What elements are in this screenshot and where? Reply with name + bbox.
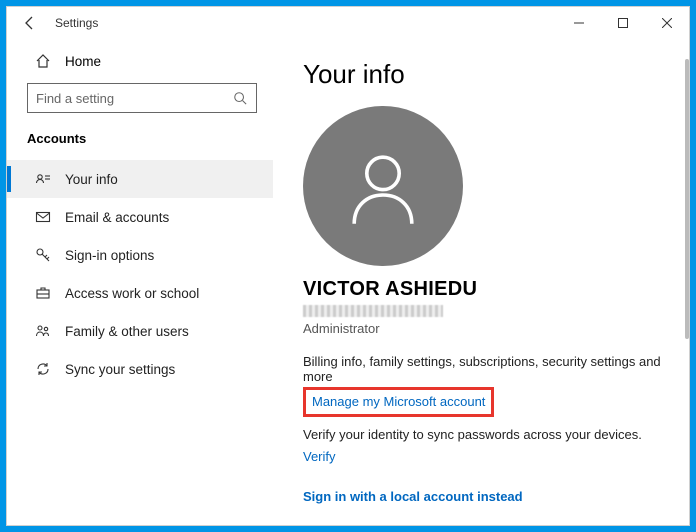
nav-label: Sign-in options xyxy=(65,248,154,263)
email-redacted xyxy=(303,305,443,317)
nav-label: Sync your settings xyxy=(65,362,175,377)
people-icon xyxy=(35,323,51,339)
annotation-highlight: Manage my Microsoft account xyxy=(303,387,494,417)
nav-family-users[interactable]: Family & other users xyxy=(7,312,273,350)
nav-your-info[interactable]: Your info xyxy=(7,160,273,198)
category-label: Accounts xyxy=(7,123,273,160)
verify-text: Verify your identity to sync passwords a… xyxy=(303,427,689,442)
search-icon xyxy=(232,90,248,106)
nav-signin-options[interactable]: Sign-in options xyxy=(7,236,273,274)
billing-text: Billing info, family settings, subscript… xyxy=(303,354,689,384)
sidebar: Home Find a setting Accounts Your info xyxy=(7,39,273,525)
minimize-button[interactable] xyxy=(557,8,601,38)
window-controls xyxy=(557,8,689,38)
body: Home Find a setting Accounts Your info xyxy=(7,39,689,525)
local-account-link[interactable]: Sign in with a local account instead xyxy=(303,489,523,504)
nav-label: Email & accounts xyxy=(65,210,169,225)
briefcase-icon xyxy=(35,285,51,301)
home-label: Home xyxy=(65,54,101,69)
home-button[interactable]: Home xyxy=(7,45,273,77)
nav-sync-settings[interactable]: Sync your settings xyxy=(7,350,273,388)
mail-icon xyxy=(35,209,51,225)
manage-account-link[interactable]: Manage my Microsoft account xyxy=(312,394,485,409)
avatar xyxy=(303,106,463,266)
nav-label: Family & other users xyxy=(65,324,189,339)
sync-icon xyxy=(35,361,51,377)
person-card-icon xyxy=(35,171,51,187)
back-button[interactable] xyxy=(15,8,45,38)
maximize-button[interactable] xyxy=(601,8,645,38)
page-title: Your info xyxy=(303,59,689,90)
scrollbar[interactable] xyxy=(685,59,689,339)
close-button[interactable] xyxy=(645,8,689,38)
role-label: Administrator xyxy=(303,321,689,336)
nav-access-work-school[interactable]: Access work or school xyxy=(7,274,273,312)
nav-label: Your info xyxy=(65,172,118,187)
nav-email-accounts[interactable]: Email & accounts xyxy=(7,198,273,236)
settings-window: Settings Home Find a setting xyxy=(6,6,690,526)
verify-link[interactable]: Verify xyxy=(303,449,336,464)
titlebar: Settings xyxy=(7,7,689,39)
content-pane: Your info VICTOR ASHIEDU Administrator B… xyxy=(273,39,689,525)
window-title: Settings xyxy=(55,16,98,30)
nav-label: Access work or school xyxy=(65,286,199,301)
username: VICTOR ASHIEDU xyxy=(303,278,689,301)
key-icon xyxy=(35,247,51,263)
search-input[interactable]: Find a setting xyxy=(27,83,257,113)
home-icon xyxy=(35,53,51,69)
search-placeholder: Find a setting xyxy=(36,91,232,106)
